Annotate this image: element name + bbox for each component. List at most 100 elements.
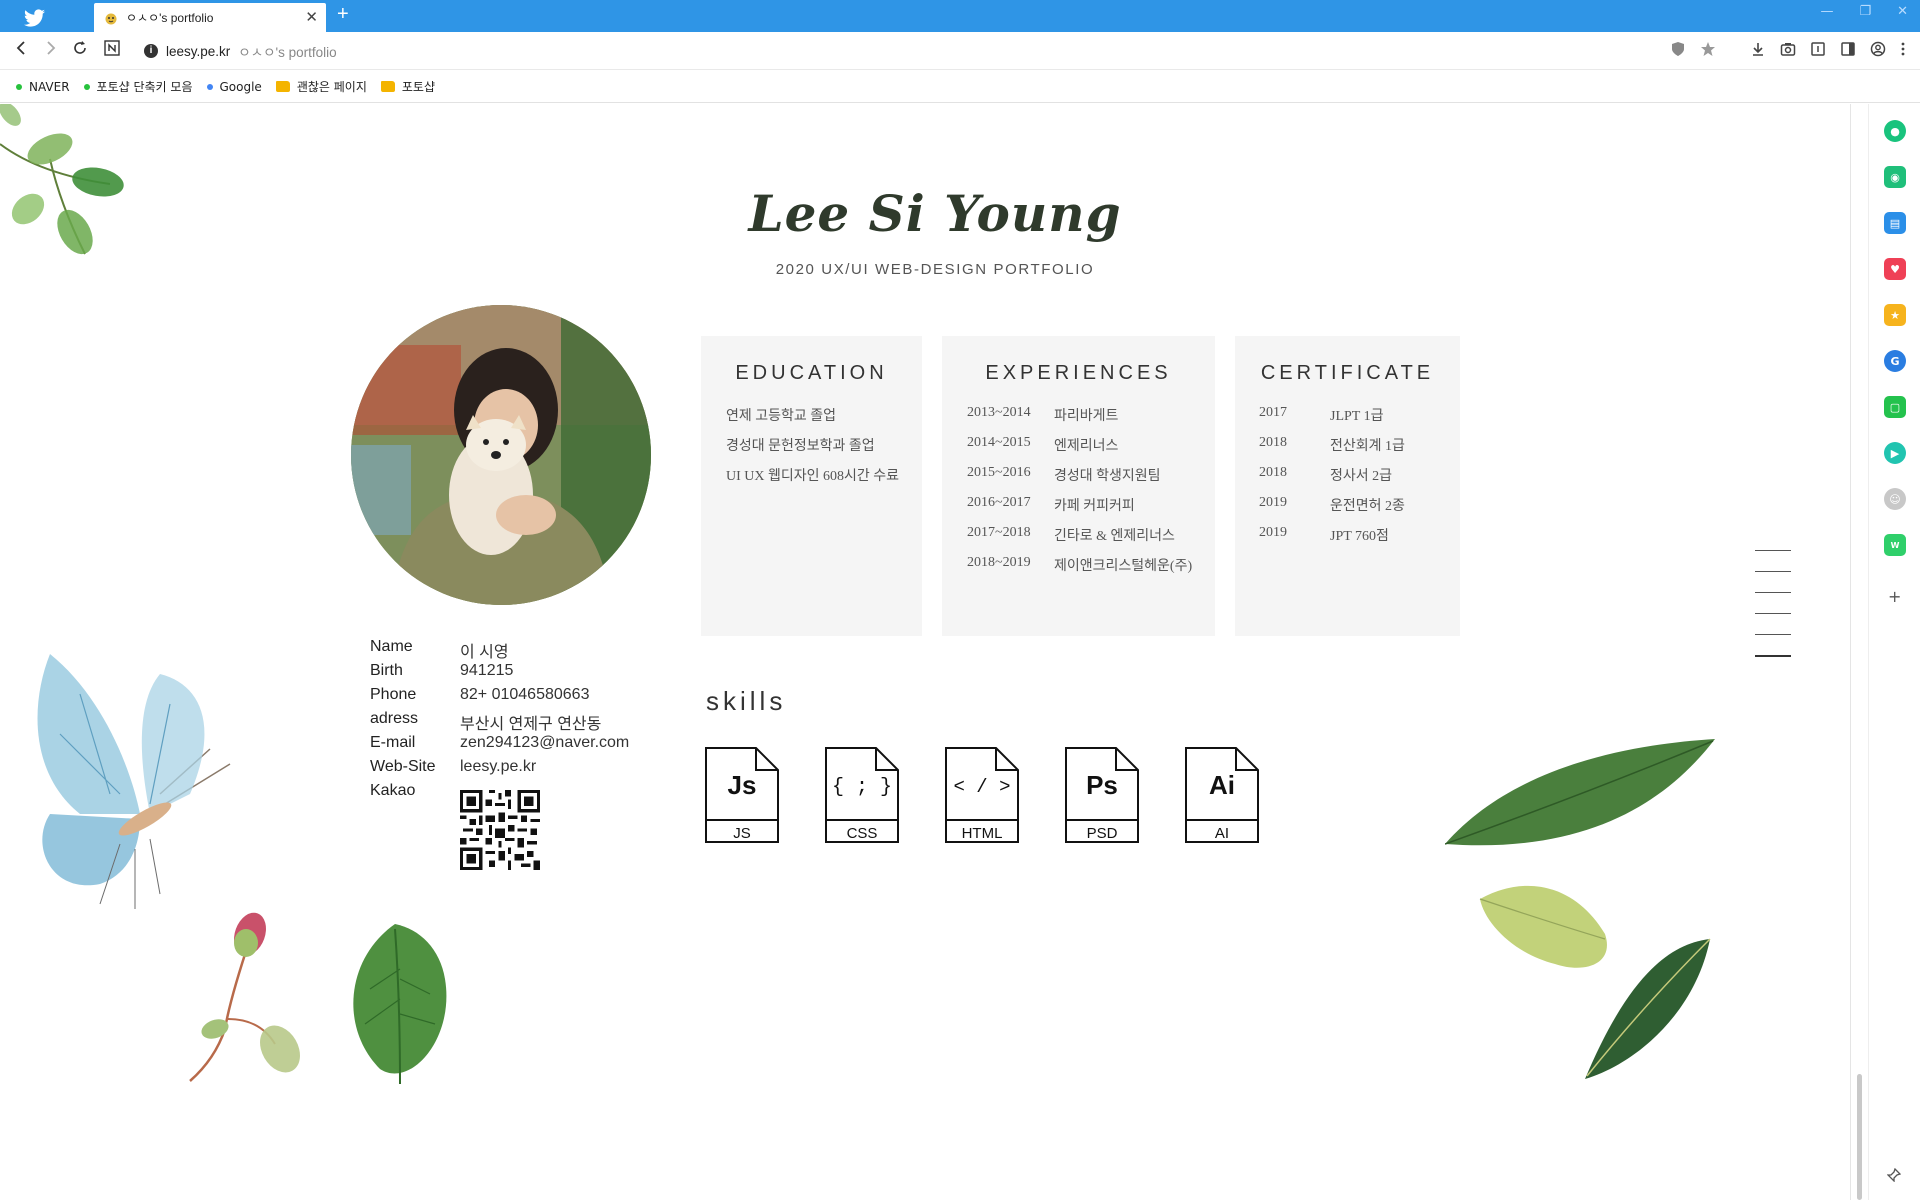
page-subtitle: 2020 UX/UI WEB-DESIGN PORTFOLIO: [775, 261, 1095, 278]
section-nav-line[interactable]: [1755, 550, 1791, 551]
info-key: E-mail: [370, 734, 416, 751]
section-nav-line-active[interactable]: [1755, 655, 1791, 657]
favicon-icon: [105, 13, 117, 24]
skill-label: CSS: [847, 825, 878, 842]
bookmark-google[interactable]: Google: [206, 79, 262, 94]
page-scrollbar[interactable]: [1850, 104, 1866, 1200]
list-item: UI UX 웹디자인 608시간 수료: [726, 469, 900, 484]
folder-icon: [380, 81, 395, 92]
star-icon[interactable]: [1700, 41, 1716, 61]
bookmark-photoshop-shortcuts[interactable]: 포토샵 단축키 모음: [83, 78, 193, 95]
menu-kebab-icon[interactable]: [1900, 41, 1906, 61]
section-nav-line[interactable]: [1755, 634, 1791, 635]
green-leaf-illustration: [353, 924, 447, 1085]
info-row-name: Name 이 시영: [370, 638, 629, 662]
section-nav-line[interactable]: [1755, 613, 1791, 614]
info-row-website: Web-Site leesy.pe.kr: [370, 758, 629, 782]
list-item: 2015~2016 경성대 학생지원팀: [967, 465, 1161, 484]
butterfly-illustration: [37, 654, 231, 909]
skill-html: < / > HTML: [944, 746, 1020, 846]
skill-psd: Ps PSD: [1064, 746, 1140, 846]
education-card: EDUCATION 연제 고등학교 졸업 경성대 문헌정보학과 졸업 UI UX…: [701, 336, 922, 636]
browser-tab-bar: ㅇㅅㅇ's portfolio ✕ + — ❐ ✕: [0, 0, 1920, 32]
info-row-adress: adress 부산시 연제구 연산동: [370, 710, 629, 734]
kakao-qr-code: [460, 790, 540, 870]
bookmark-label: 괜찮은 페이지: [296, 80, 367, 94]
skill-label: AI: [1215, 825, 1229, 842]
separator: [1730, 41, 1736, 61]
certificate-card: CERTIFICATE 2017 JLPT 1급 2018 전산회계 1급 2018…: [1235, 336, 1460, 636]
card-title: EDUCATION: [735, 362, 888, 384]
info-row-email: E-mail zen294123@naver.com: [370, 734, 629, 758]
reload-icon[interactable]: [72, 40, 88, 60]
info-value: 부산시 연제구 연산동: [460, 716, 602, 733]
url-page-title: ㅇㅅㅇ's portfolio: [238, 45, 337, 60]
tab-active[interactable]: ㅇㅅㅇ's portfolio ✕: [94, 3, 326, 32]
folder-icon: [275, 81, 290, 92]
toolbar-icons: [1670, 41, 1906, 61]
bookmark-naver[interactable]: NAVER: [16, 80, 70, 94]
naver-green-icon[interactable]: ●: [1884, 120, 1906, 142]
scroll-thumb[interactable]: [1857, 1074, 1862, 1200]
close-tab-icon[interactable]: ✕: [305, 8, 318, 26]
skill-css: { ; } CSS: [824, 746, 900, 846]
info-value: leesy.pe.kr: [460, 758, 537, 775]
info-key: Web-Site: [370, 758, 436, 775]
list-item: 2013~2014 파리바게트: [967, 405, 1119, 424]
bookmark-label: Google: [219, 79, 262, 94]
skill-glyph: < / >: [953, 776, 1010, 798]
translate-icon[interactable]: G: [1884, 350, 1906, 372]
card-title: CERTIFICATE: [1260, 362, 1435, 384]
profile-photo: [351, 305, 651, 605]
bookmark-folder-nice-pages[interactable]: 괜찮은 페이지: [275, 78, 367, 95]
bookmark-label: 포토샵: [401, 80, 436, 94]
back-icon[interactable]: [14, 40, 28, 60]
tab-pinned-twitter[interactable]: [10, 3, 92, 32]
naver-home-icon[interactable]: [104, 40, 120, 60]
pocket-icon[interactable]: ♥: [1884, 258, 1906, 280]
certificate-list: 2017 JLPT 1급 2018 전산회계 1급 2018 정사서 2급 2019 운…: [1235, 405, 1460, 555]
section-nav-line[interactable]: [1755, 571, 1791, 572]
info-row-birth: Birth 941215: [370, 662, 629, 686]
bookmark-label: 포토샵 단축키 모음: [96, 80, 193, 94]
url-field[interactable]: i leesy.pe.kr ㅇㅅㅇ's portfolio: [144, 41, 337, 61]
bookmark-dot-icon: [83, 83, 90, 90]
bot-icon[interactable]: ☺: [1884, 488, 1906, 510]
download-icon[interactable]: [1750, 41, 1766, 61]
rosebud-illustration: [189, 912, 300, 1082]
webtoon-icon[interactable]: W: [1884, 534, 1906, 556]
info-key: Kakao: [370, 782, 416, 799]
bookmark-folder-photoshop[interactable]: 포토샵: [380, 78, 436, 95]
browser-side-panel: ● ◉ ▤ ♥ ★ G ▢ ▶ ☺ W +: [1868, 104, 1920, 1200]
bookmark-label: NAVER: [29, 79, 70, 94]
sidebar-toggle-icon[interactable]: [1840, 41, 1856, 61]
close-window-icon[interactable]: ✕: [1897, 4, 1908, 19]
list-item: 2019 운전면허 2종: [1259, 495, 1405, 514]
info-icon[interactable]: i: [144, 44, 158, 58]
list-item: 2014~2015 엔제리너스: [967, 435, 1119, 454]
profile-info: Name 이 시영 Birth 941215 Phone 82+ 0104658…: [370, 638, 629, 806]
favorites-icon[interactable]: ★: [1884, 304, 1906, 326]
skill-glyph: Js: [728, 770, 757, 800]
info-value: 82+ 01046580663: [460, 686, 590, 703]
camera-icon[interactable]: [1780, 41, 1796, 61]
forward-icon[interactable]: [44, 40, 58, 60]
shield-icon[interactable]: [1670, 41, 1686, 61]
skill-glyph: Ai: [1209, 770, 1235, 800]
chat-icon[interactable]: ◉: [1884, 166, 1906, 188]
play-icon[interactable]: ▶: [1884, 442, 1906, 464]
leaves-illustration-right: [1445, 739, 1715, 1079]
add-panel-icon[interactable]: +: [1888, 587, 1901, 606]
account-icon[interactable]: [1870, 41, 1886, 61]
address-bar: i leesy.pe.kr ㅇㅅㅇ's portfolio: [0, 32, 1920, 70]
page-title: Lee Si Young: [748, 184, 1122, 243]
restore-icon[interactable]: ❐: [1859, 4, 1871, 19]
minimize-icon[interactable]: —: [1820, 4, 1833, 19]
experiences-list: 2013~2014 파리바게트 2014~2015 엔제리너스 2015~2016 경…: [942, 405, 1215, 585]
new-tab-button[interactable]: +: [337, 3, 349, 26]
calendar-icon[interactable]: ▤: [1884, 212, 1906, 234]
reader-mode-icon[interactable]: [1810, 41, 1826, 61]
pin-icon[interactable]: [1886, 1167, 1902, 1186]
section-nav-line[interactable]: [1755, 592, 1791, 593]
note-icon[interactable]: ▢: [1884, 396, 1906, 418]
